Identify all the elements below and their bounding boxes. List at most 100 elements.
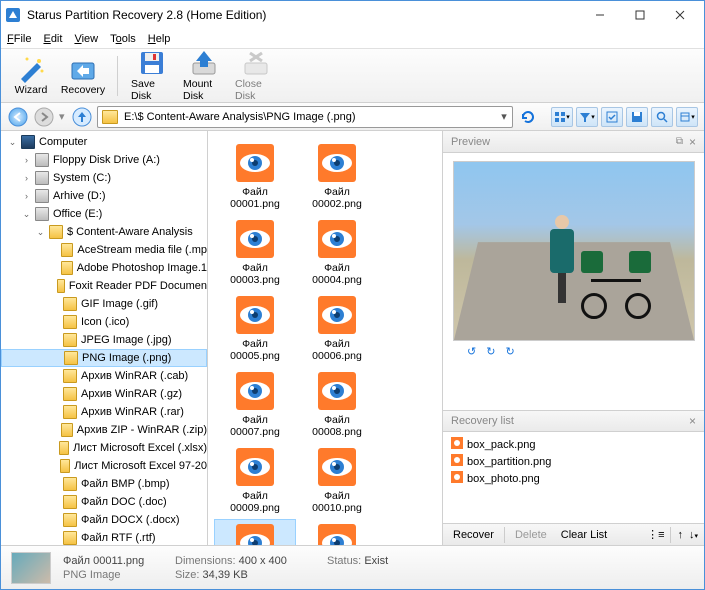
drive-icon (35, 207, 49, 221)
tree-item[interactable]: Adobe Photoshop Image.1 (1, 259, 207, 277)
close-button[interactable] (660, 2, 700, 28)
select-button[interactable] (601, 107, 623, 127)
close-preview-icon[interactable]: × (689, 135, 696, 149)
recovery-item[interactable]: box_partition.png (451, 453, 696, 470)
clear-list-button[interactable]: Clear List (557, 529, 611, 541)
file-icon (316, 142, 358, 184)
file-icon (451, 437, 463, 452)
file-thumb[interactable]: Файл 00012.png (296, 519, 378, 545)
menu-view[interactable]: View (74, 33, 98, 45)
mount-disk-button[interactable]: Mount Disk (180, 46, 228, 105)
file-thumb[interactable]: Файл 00001.png (214, 139, 296, 211)
reclist-down-icon[interactable]: ↓▾ (689, 529, 698, 541)
tree-item[interactable]: ›Floppy Disk Drive (A:) (1, 151, 207, 169)
expand-icon[interactable]: ⌄ (21, 209, 32, 220)
filter-button[interactable]: ▾ (576, 107, 598, 127)
tree-item[interactable]: Icon (.ico) (1, 313, 207, 331)
forward-button[interactable] (33, 106, 55, 128)
up-button[interactable] (71, 106, 93, 128)
file-grid[interactable]: Файл 00001.pngФайл 00002.pngФайл 00003.p… (208, 131, 442, 545)
view-button[interactable]: ▾ (551, 107, 573, 127)
tree-item[interactable]: Файл DOCX (.docx) (1, 511, 207, 529)
tree-item[interactable]: ⌄Office (E:) (1, 205, 207, 223)
address-dropdown[interactable]: ▾ (496, 110, 512, 123)
recovery-item[interactable]: box_photo.png (451, 470, 696, 487)
toolbar-separator (117, 56, 118, 96)
wizard-button[interactable]: Wizard (7, 52, 55, 99)
file-thumb[interactable]: Файл 00004.png (296, 215, 378, 287)
tree-item[interactable]: Foxit Reader PDF Documen (1, 277, 207, 295)
tree-item[interactable]: AceStream media file (.mp (1, 241, 207, 259)
tree-item[interactable]: JPEG Image (.jpg) (1, 331, 207, 349)
tree-item[interactable]: PNG Image (.png) (1, 349, 207, 367)
address-input[interactable]: E:\$ Content-Aware Analysis\PNG Image (.… (97, 106, 513, 128)
menu-help[interactable]: Help (148, 33, 171, 45)
expand-icon[interactable]: ⌄ (7, 137, 18, 148)
recovery-item[interactable]: box_pack.png (451, 436, 696, 453)
file-thumb[interactable]: Файл 00007.png (214, 367, 296, 439)
tree-item[interactable]: ›System (C:) (1, 169, 207, 187)
tree-item[interactable]: Архив WinRAR (.cab) (1, 367, 207, 385)
tree-item[interactable]: ⌄$ Content-Aware Analysis (1, 223, 207, 241)
recovery-button[interactable]: Recovery (59, 52, 107, 99)
reclist-up-icon[interactable]: ↑ (677, 529, 683, 541)
recovery-list[interactable]: box_pack.png box_partition.pngbox_photo.p… (443, 432, 704, 523)
options-button[interactable]: ▾ (676, 107, 698, 127)
folder-icon (63, 315, 77, 329)
rotate-down-icon[interactable]: ↻ (486, 345, 495, 358)
tree-label: Файл BMP (.bmp) (80, 478, 170, 490)
save-button[interactable] (626, 107, 648, 127)
file-thumb[interactable]: Файл 00003.png (214, 215, 296, 287)
file-thumb[interactable]: Файл 00006.png (296, 291, 378, 363)
tree-item[interactable]: Архив WinRAR (.gz) (1, 385, 207, 403)
tree-label: Foxit Reader PDF Documen (68, 280, 207, 292)
close-reclist-icon[interactable]: × (689, 414, 696, 428)
rotate-right-icon[interactable]: ↻ (505, 345, 514, 358)
maximize-button[interactable] (620, 2, 660, 28)
tree-item[interactable]: Архив ZIP - WinRAR (.zip) (1, 421, 207, 439)
tree-label: Arhive (D:) (52, 190, 106, 202)
tree-item[interactable]: GIF Image (.gif) (1, 295, 207, 313)
file-thumb[interactable]: Файл 00005.png (214, 291, 296, 363)
expand-icon[interactable]: › (21, 191, 32, 201)
expand-icon[interactable]: › (21, 155, 32, 165)
tree-label: Лист Microsoft Excel 97-20 (73, 460, 207, 472)
tree-item[interactable]: Лист Microsoft Excel 97-20 (1, 457, 207, 475)
window-title: Starus Partition Recovery 2.8 (Home Edit… (27, 8, 580, 22)
expand-icon[interactable]: › (21, 173, 32, 183)
file-name: Файл 00004.png (299, 262, 375, 286)
file-thumb[interactable]: Файл 00009.png (214, 443, 296, 515)
menu-file[interactable]: FFileFile (7, 33, 31, 45)
search-button[interactable] (651, 107, 673, 127)
expand-icon[interactable]: ⌄ (35, 227, 46, 238)
tree-item[interactable]: ⌄Computer (1, 133, 207, 151)
file-thumb[interactable]: Файл 00011.png (214, 519, 296, 545)
preview-image (453, 161, 695, 341)
tree-item[interactable]: Лист Microsoft Excel (.xlsx) (1, 439, 207, 457)
rotate-left-icon[interactable]: ↺ (467, 345, 476, 358)
save-disk-button[interactable]: Save Disk (128, 46, 176, 105)
tree-item[interactable]: Файл DOC (.doc) (1, 493, 207, 511)
menu-tools[interactable]: Tools (110, 33, 136, 45)
back-button[interactable] (7, 106, 29, 128)
delete-button: Delete (511, 529, 551, 541)
tree-item[interactable]: Файл RTF (.rtf) (1, 529, 207, 545)
reclist-options-icon[interactable]: ⋮≡ (647, 528, 664, 541)
recovery-item-name: box_pack.png (467, 439, 536, 451)
status-thumbnail (11, 552, 51, 584)
popout-icon[interactable]: ⧉ (676, 136, 683, 147)
right-pane: Preview ⧉ × ↺ ↻ ↻ Recovery list × box_pa… (442, 131, 704, 545)
refresh-button[interactable] (517, 106, 539, 128)
recover-button[interactable]: Recover (449, 529, 498, 541)
menu-edit[interactable]: Edit (43, 33, 62, 45)
tree-pane[interactable]: ⌄Computer›Floppy Disk Drive (A:)›System … (1, 131, 208, 545)
file-thumb[interactable]: Файл 00010.png (296, 443, 378, 515)
tree-item[interactable]: › Arhive (D:) (1, 187, 207, 205)
nav-dropdown[interactable]: ▾ (59, 110, 67, 123)
file-name: Файл 00009.png (217, 490, 293, 514)
minimize-button[interactable] (580, 2, 620, 28)
tree-item[interactable]: Файл BMP (.bmp) (1, 475, 207, 493)
file-thumb[interactable]: Файл 00008.png (296, 367, 378, 439)
file-thumb[interactable]: Файл 00002.png (296, 139, 378, 211)
tree-item[interactable]: Архив WinRAR (.rar) (1, 403, 207, 421)
